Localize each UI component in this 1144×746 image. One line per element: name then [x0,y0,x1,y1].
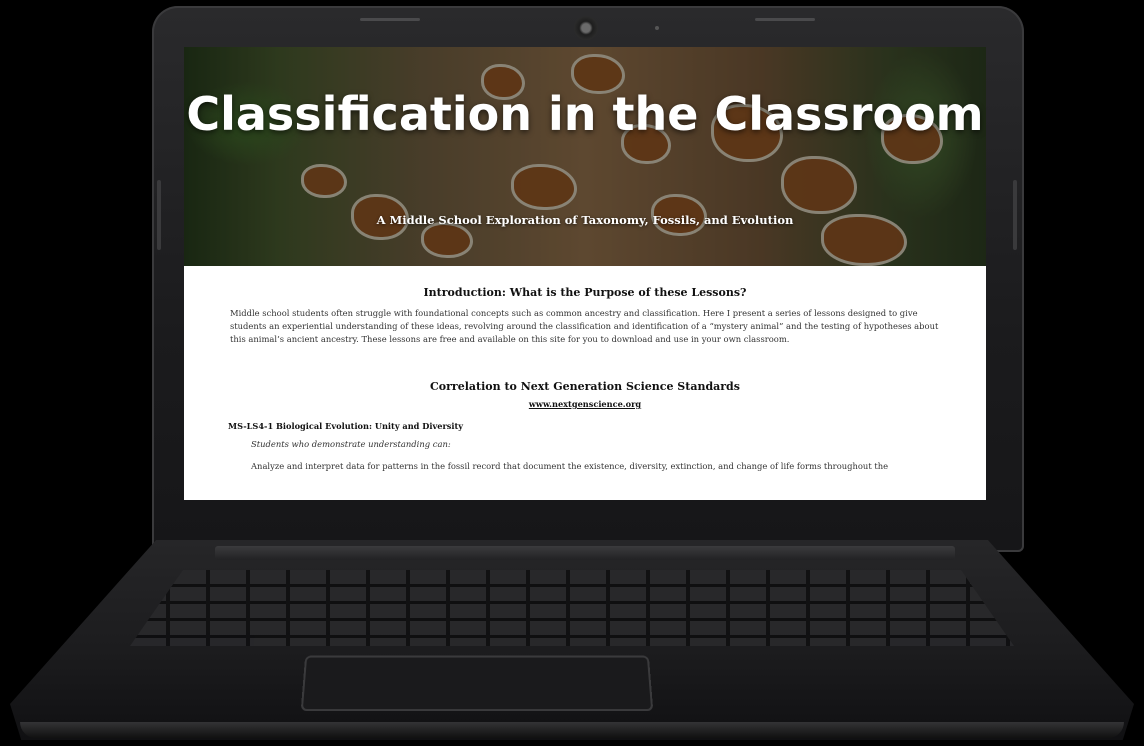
intro-paragraph: Middle school students often struggle wi… [230,308,939,344]
standards-heading: Correlation to Next Generation Science S… [430,380,740,393]
hero-banner: Classification in the Classroom A Middle… [184,47,986,266]
page-title: Classification in the Classroom [186,87,984,141]
ngss-link[interactable]: www.nextgenscience.org [230,399,940,409]
camera-led [655,26,659,30]
standard-description: Analyze and interpret data for patterns … [251,461,889,471]
intro-heading: Introduction: What is the Purpose of the… [423,286,747,299]
standard-lead-text: Students who demonstrate understanding c… [251,439,451,449]
keyboard [130,570,1014,646]
lid-side-edge [1013,180,1017,250]
lid-bezel-line [360,18,420,21]
lid-bezel-line [755,18,815,21]
hero-overlay [184,47,986,266]
page-subtitle: A Middle School Exploration of Taxonomy,… [376,213,794,227]
laptop-front-edge [20,722,1124,738]
webcam-icon [574,16,598,40]
lid-side-edge [157,180,161,250]
laptop-screen: Classification in the Classroom A Middle… [184,47,986,500]
touchpad [300,655,654,712]
standard-code-title: MS-LS4-1 Biological Evolution: Unity and… [228,421,464,431]
page-content: Introduction: What is the Purpose of the… [184,266,986,471]
laptop-hinge [215,546,955,560]
